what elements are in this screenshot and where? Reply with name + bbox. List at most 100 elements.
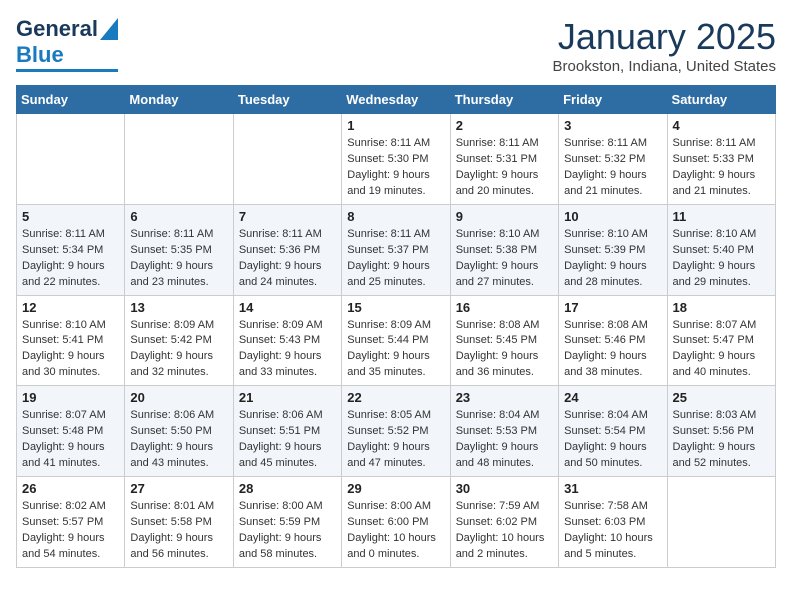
col-thursday: Thursday bbox=[450, 86, 558, 114]
day-cell: 24 Sunrise: 8:04 AM Sunset: 5:54 PM Dayli… bbox=[559, 386, 667, 477]
week-row-3: 12 Sunrise: 8:10 AM Sunset: 5:41 PM Dayli… bbox=[17, 295, 776, 386]
day-cell: 8 Sunrise: 8:11 AM Sunset: 5:37 PM Daylig… bbox=[342, 204, 450, 295]
day-info: Sunrise: 8:10 AM Sunset: 5:40 PM Dayligh… bbox=[673, 227, 770, 291]
day-cell: 23 Sunrise: 8:04 AM Sunset: 5:53 PM Dayli… bbox=[450, 386, 558, 477]
day-cell bbox=[233, 114, 341, 205]
day-cell: 26Sunrise: 8:02 AM Sunset: 5:57 PM Dayli… bbox=[17, 477, 125, 568]
day-number: 11 bbox=[673, 209, 770, 224]
day-number: 12 bbox=[22, 300, 119, 315]
day-number: 1 bbox=[347, 118, 444, 133]
day-info: Sunrise: 8:11 AM Sunset: 5:37 PM Dayligh… bbox=[347, 227, 444, 291]
day-info: Sunrise: 8:09 AM Sunset: 5:43 PM Dayligh… bbox=[239, 318, 336, 382]
day-info: Sunrise: 8:01 AM Sunset: 5:58 PM Dayligh… bbox=[130, 499, 227, 563]
day-info: Sunrise: 8:05 AM Sunset: 5:52 PM Dayligh… bbox=[347, 408, 444, 472]
day-info: Sunrise: 8:00 AM Sunset: 5:59 PM Dayligh… bbox=[239, 499, 336, 563]
logo-general: General bbox=[16, 16, 98, 42]
day-cell: 14 Sunrise: 8:09 AM Sunset: 5:43 PM Dayli… bbox=[233, 295, 341, 386]
day-cell: 15Sunrise: 8:09 AM Sunset: 5:44 PM Dayli… bbox=[342, 295, 450, 386]
day-info: Sunrise: 8:11 AM Sunset: 5:35 PM Dayligh… bbox=[130, 227, 227, 291]
day-number: 13 bbox=[130, 300, 227, 315]
day-number: 6 bbox=[130, 209, 227, 224]
day-cell bbox=[17, 114, 125, 205]
day-info: Sunrise: 8:09 AM Sunset: 5:42 PM Dayligh… bbox=[130, 318, 227, 382]
col-saturday: Saturday bbox=[667, 86, 775, 114]
day-cell: 11 Sunrise: 8:10 AM Sunset: 5:40 PM Dayli… bbox=[667, 204, 775, 295]
day-cell: 21Sunrise: 8:06 AM Sunset: 5:51 PM Dayli… bbox=[233, 386, 341, 477]
day-info: Sunrise: 8:11 AM Sunset: 5:33 PM Dayligh… bbox=[673, 136, 770, 200]
day-number: 3 bbox=[564, 118, 661, 133]
day-info: Sunrise: 8:11 AM Sunset: 5:31 PM Dayligh… bbox=[456, 136, 553, 200]
day-info: Sunrise: 8:10 AM Sunset: 5:39 PM Dayligh… bbox=[564, 227, 661, 291]
day-info: Sunrise: 8:11 AM Sunset: 5:34 PM Dayligh… bbox=[22, 227, 119, 291]
day-number: 22 bbox=[347, 390, 444, 405]
day-cell: 1Sunrise: 8:11 AM Sunset: 5:30 PM Daylig… bbox=[342, 114, 450, 205]
day-number: 19 bbox=[22, 390, 119, 405]
day-number: 10 bbox=[564, 209, 661, 224]
calendar-page: General Blue January 2025 Brookston, Ind… bbox=[0, 0, 792, 584]
day-info: Sunrise: 8:10 AM Sunset: 5:38 PM Dayligh… bbox=[456, 227, 553, 291]
day-cell: 5 Sunrise: 8:11 AM Sunset: 5:34 PM Daylig… bbox=[17, 204, 125, 295]
day-info: Sunrise: 8:04 AM Sunset: 5:54 PM Dayligh… bbox=[564, 408, 661, 472]
col-wednesday: Wednesday bbox=[342, 86, 450, 114]
day-cell: 29 Sunrise: 8:00 AM Sunset: 6:00 PM Dayli… bbox=[342, 477, 450, 568]
day-cell: 10 Sunrise: 8:10 AM Sunset: 5:39 PM Dayli… bbox=[559, 204, 667, 295]
logo-triangle-icon bbox=[100, 18, 118, 40]
day-info: Sunrise: 8:11 AM Sunset: 5:36 PM Dayligh… bbox=[239, 227, 336, 291]
day-cell: 13 Sunrise: 8:09 AM Sunset: 5:42 PM Dayli… bbox=[125, 295, 233, 386]
day-info: Sunrise: 8:02 AM Sunset: 5:57 PM Dayligh… bbox=[22, 499, 119, 563]
day-number: 8 bbox=[347, 209, 444, 224]
week-row-5: 26Sunrise: 8:02 AM Sunset: 5:57 PM Dayli… bbox=[17, 477, 776, 568]
day-info: Sunrise: 8:06 AM Sunset: 5:50 PM Dayligh… bbox=[130, 408, 227, 472]
day-info: Sunrise: 8:00 AM Sunset: 6:00 PM Dayligh… bbox=[347, 499, 444, 563]
day-cell: 27 Sunrise: 8:01 AM Sunset: 5:58 PM Dayli… bbox=[125, 477, 233, 568]
title-area: January 2025 Brookston, Indiana, United … bbox=[553, 16, 776, 75]
day-number: 28 bbox=[239, 481, 336, 496]
day-number: 4 bbox=[673, 118, 770, 133]
day-number: 5 bbox=[22, 209, 119, 224]
header: General Blue January 2025 Brookston, Ind… bbox=[16, 16, 776, 75]
col-sunday: Sunday bbox=[17, 86, 125, 114]
day-cell bbox=[125, 114, 233, 205]
day-cell: 9 Sunrise: 8:10 AM Sunset: 5:38 PM Daylig… bbox=[450, 204, 558, 295]
day-cell: 22 Sunrise: 8:05 AM Sunset: 5:52 PM Dayli… bbox=[342, 386, 450, 477]
day-info: Sunrise: 8:03 AM Sunset: 5:56 PM Dayligh… bbox=[673, 408, 770, 472]
location: Brookston, Indiana, United States bbox=[553, 58, 776, 75]
day-cell: 6 Sunrise: 8:11 AM Sunset: 5:35 PM Daylig… bbox=[125, 204, 233, 295]
day-info: Sunrise: 8:08 AM Sunset: 5:46 PM Dayligh… bbox=[564, 318, 661, 382]
day-info: Sunrise: 8:08 AM Sunset: 5:45 PM Dayligh… bbox=[456, 318, 553, 382]
day-cell: 16Sunrise: 8:08 AM Sunset: 5:45 PM Dayli… bbox=[450, 295, 558, 386]
day-cell: 19 Sunrise: 8:07 AM Sunset: 5:48 PM Dayli… bbox=[17, 386, 125, 477]
col-monday: Monday bbox=[125, 86, 233, 114]
day-number: 25 bbox=[673, 390, 770, 405]
day-number: 30 bbox=[456, 481, 553, 496]
week-row-4: 19 Sunrise: 8:07 AM Sunset: 5:48 PM Dayli… bbox=[17, 386, 776, 477]
day-number: 14 bbox=[239, 300, 336, 315]
day-cell: 30 Sunrise: 7:59 AM Sunset: 6:02 PM Dayli… bbox=[450, 477, 558, 568]
logo-blue: Blue bbox=[16, 42, 64, 68]
col-friday: Friday bbox=[559, 86, 667, 114]
day-number: 7 bbox=[239, 209, 336, 224]
day-number: 15 bbox=[347, 300, 444, 315]
day-cell: 20Sunrise: 8:06 AM Sunset: 5:50 PM Dayli… bbox=[125, 386, 233, 477]
day-cell bbox=[667, 477, 775, 568]
day-number: 9 bbox=[456, 209, 553, 224]
day-number: 31 bbox=[564, 481, 661, 496]
week-row-2: 5 Sunrise: 8:11 AM Sunset: 5:34 PM Daylig… bbox=[17, 204, 776, 295]
day-number: 2 bbox=[456, 118, 553, 133]
logo: General Blue bbox=[16, 16, 118, 72]
day-cell: 18Sunrise: 8:07 AM Sunset: 5:47 PM Dayli… bbox=[667, 295, 775, 386]
day-info: Sunrise: 8:10 AM Sunset: 5:41 PM Dayligh… bbox=[22, 318, 119, 382]
day-number: 24 bbox=[564, 390, 661, 405]
day-info: Sunrise: 8:11 AM Sunset: 5:32 PM Dayligh… bbox=[564, 136, 661, 200]
day-cell: 7 Sunrise: 8:11 AM Sunset: 5:36 PM Daylig… bbox=[233, 204, 341, 295]
week-row-1: 1Sunrise: 8:11 AM Sunset: 5:30 PM Daylig… bbox=[17, 114, 776, 205]
day-number: 29 bbox=[347, 481, 444, 496]
day-number: 23 bbox=[456, 390, 553, 405]
day-number: 21 bbox=[239, 390, 336, 405]
day-info: Sunrise: 8:07 AM Sunset: 5:48 PM Dayligh… bbox=[22, 408, 119, 472]
calendar-table: Sunday Monday Tuesday Wednesday Thursday… bbox=[16, 85, 776, 568]
day-info: Sunrise: 7:59 AM Sunset: 6:02 PM Dayligh… bbox=[456, 499, 553, 563]
day-number: 27 bbox=[130, 481, 227, 496]
day-info: Sunrise: 8:04 AM Sunset: 5:53 PM Dayligh… bbox=[456, 408, 553, 472]
day-number: 18 bbox=[673, 300, 770, 315]
